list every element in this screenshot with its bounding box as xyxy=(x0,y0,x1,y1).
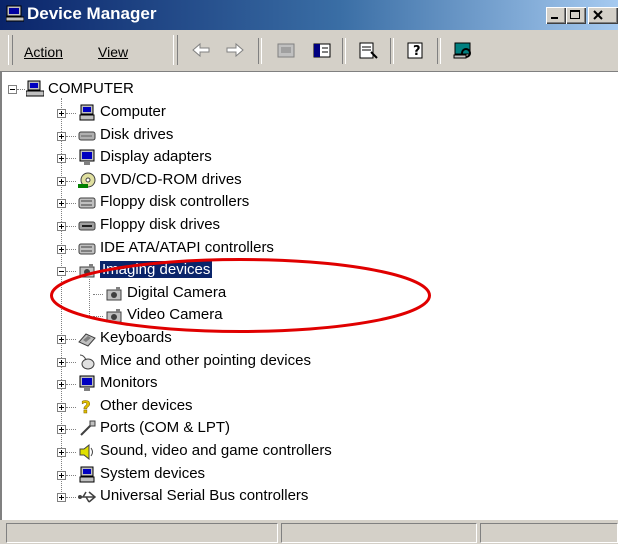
minimize-button[interactable] xyxy=(546,7,566,24)
tree-line xyxy=(66,384,76,386)
forward-arrow-icon[interactable] xyxy=(224,40,246,60)
tree-line xyxy=(66,113,76,114)
menu-view[interactable]: View xyxy=(98,44,128,60)
collapse-root-toggle[interactable] xyxy=(8,85,17,94)
category-label[interactable]: Sound, video and game controllers xyxy=(100,442,332,459)
close-button[interactable] xyxy=(588,7,618,24)
status-panel xyxy=(6,523,278,543)
computer-icon xyxy=(79,466,95,483)
status-panel xyxy=(281,523,477,543)
toolbar-grip[interactable] xyxy=(173,35,178,65)
device-tree: COMPUTER Computer Disk drives Display adap… xyxy=(0,72,618,520)
tree-line xyxy=(66,180,76,182)
computer-icon xyxy=(79,104,95,121)
expand-toggle[interactable] xyxy=(57,402,66,412)
expand-toggle[interactable] xyxy=(57,357,66,367)
maximize-button[interactable] xyxy=(566,7,586,24)
controller-icon xyxy=(78,197,96,209)
tree-line xyxy=(66,497,76,499)
tree-line xyxy=(66,248,76,250)
category-label[interactable]: System devices xyxy=(100,465,205,482)
tree-line xyxy=(66,158,76,160)
category-label[interactable]: Other devices xyxy=(100,397,193,414)
tree-root[interactable]: COMPUTER xyxy=(48,80,134,97)
tree-line xyxy=(66,429,76,431)
category-label[interactable]: Universal Serial Bus controllers xyxy=(100,487,308,504)
tree-line xyxy=(17,89,25,90)
cdrom-icon xyxy=(78,172,96,188)
expand-toggle[interactable] xyxy=(57,154,66,164)
category-label[interactable]: Computer xyxy=(100,103,166,120)
tree-line xyxy=(66,474,76,476)
help-icon[interactable]: ? xyxy=(405,40,427,60)
expand-toggle[interactable] xyxy=(57,222,66,231)
category-label[interactable]: Ports (COM & LPT) xyxy=(100,419,230,436)
window-title: Device Manager xyxy=(27,4,157,23)
category-label[interactable]: Monitors xyxy=(100,374,158,391)
monitor-icon xyxy=(79,375,95,392)
toolbar-separator xyxy=(390,38,394,64)
expand-toggle[interactable] xyxy=(57,244,66,254)
device-manager-icon xyxy=(6,5,24,22)
expand-toggle[interactable] xyxy=(57,380,66,390)
back-arrow-icon[interactable] xyxy=(190,40,212,60)
toolbar-separator xyxy=(437,38,441,64)
tree-line xyxy=(66,361,76,363)
category-label[interactable]: IDE ATA/ATAPI controllers xyxy=(100,239,274,256)
toolbar-grip[interactable] xyxy=(8,35,13,65)
expand-toggle[interactable] xyxy=(57,176,66,186)
expand-toggle[interactable] xyxy=(57,493,66,503)
category-label[interactable]: Disk drives xyxy=(100,126,173,143)
tree-line xyxy=(66,406,76,408)
toolbar-separator xyxy=(342,38,346,64)
expand-toggle[interactable] xyxy=(57,199,66,209)
tree-line xyxy=(66,226,76,227)
expand-toggle[interactable] xyxy=(57,425,66,435)
svg-text:?: ? xyxy=(81,398,91,415)
category-label[interactable]: Floppy disk controllers xyxy=(100,193,249,210)
floppy-drive-icon xyxy=(78,221,96,231)
mouse-icon xyxy=(79,354,95,370)
computer-icon xyxy=(26,80,44,97)
tree-line xyxy=(66,135,76,137)
expand-toggle[interactable] xyxy=(57,131,66,141)
svg-text:?: ? xyxy=(413,44,421,59)
expand-toggle[interactable] xyxy=(57,109,66,118)
tree-line xyxy=(66,203,76,205)
expand-toggle[interactable] xyxy=(57,448,66,457)
maximize-icon xyxy=(570,10,580,19)
category-label[interactable]: Mice and other pointing devices xyxy=(100,352,311,369)
red-highlight-ellipse xyxy=(50,258,431,333)
menu-action[interactable]: Action xyxy=(24,44,63,60)
scan-hardware-icon[interactable] xyxy=(452,40,474,60)
speaker-icon xyxy=(79,443,93,460)
monitor-icon xyxy=(79,149,95,166)
usb-icon xyxy=(78,491,96,503)
question-icon: ? xyxy=(81,398,91,415)
tree-line xyxy=(66,339,76,340)
category-label[interactable]: Display adapters xyxy=(100,148,212,165)
show-hide-tree-icon[interactable] xyxy=(311,40,333,60)
close-icon xyxy=(593,10,603,20)
toolbar: Action View ? xyxy=(0,30,618,72)
title-bar[interactable]: Device Manager xyxy=(0,0,618,30)
minimize-icon xyxy=(551,17,558,19)
expand-toggle[interactable] xyxy=(57,470,66,480)
toolbar-separator xyxy=(258,38,262,64)
up-level-icon[interactable] xyxy=(275,40,297,60)
category-label[interactable]: DVD/CD-ROM drives xyxy=(100,171,242,188)
expand-toggle[interactable] xyxy=(57,335,66,344)
port-icon xyxy=(80,420,96,437)
category-label[interactable]: Floppy disk drives xyxy=(100,216,220,233)
status-bar xyxy=(0,520,618,544)
tree-line xyxy=(66,452,76,453)
disk-drive-icon xyxy=(78,131,96,141)
properties-icon[interactable] xyxy=(357,40,379,60)
status-panel xyxy=(480,523,618,543)
controller-icon xyxy=(78,243,96,255)
